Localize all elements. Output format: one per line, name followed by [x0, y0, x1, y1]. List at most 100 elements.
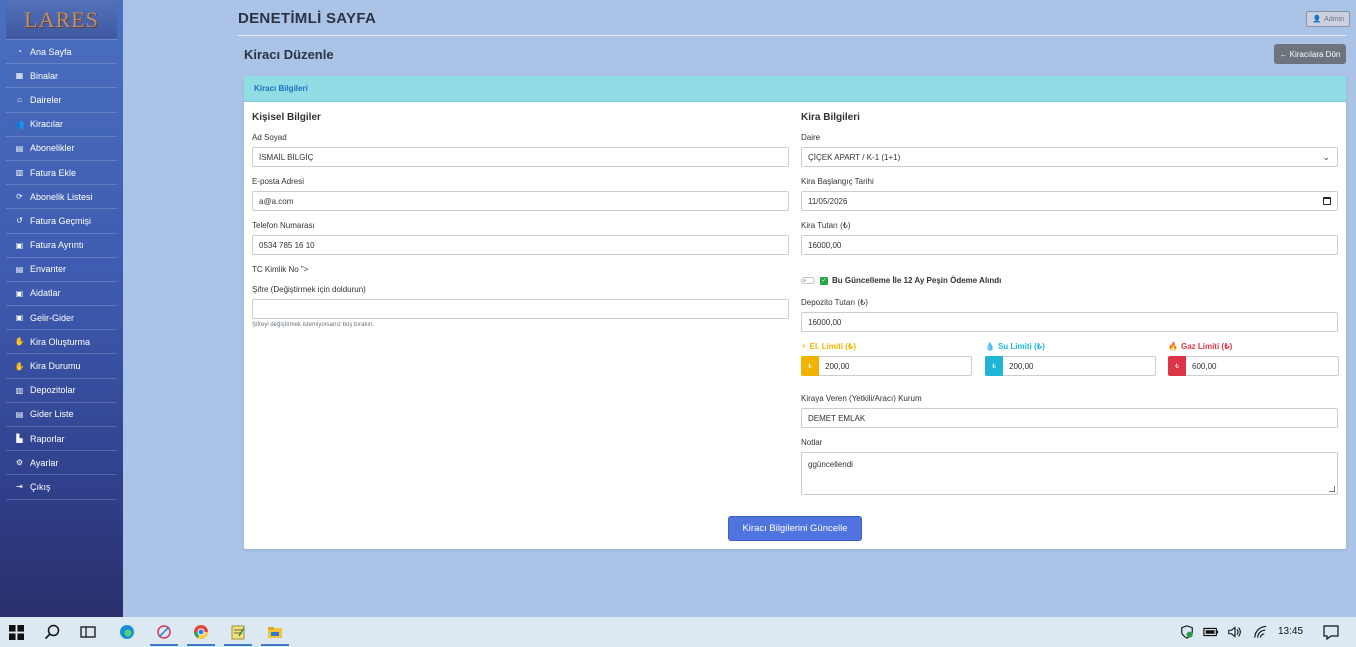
sidebar-item-label: Fatura Geçmişi: [30, 215, 92, 226]
sidebar-item-income-expense[interactable]: ▣ Gelir-Gider: [6, 306, 117, 331]
prepay-toggle[interactable]: [801, 277, 815, 284]
password-help: Şifreyi değiştirmek istemiyorsanız boş b…: [252, 322, 375, 328]
edge-browser-icon[interactable]: [117, 622, 137, 642]
sidebar-item-invoice-details[interactable]: ▣ Fatura Ayrıntı: [6, 234, 117, 258]
windows-start-icon[interactable]: [6, 622, 26, 642]
resize-handle[interactable]: [1329, 486, 1335, 492]
deposits-icon: ▥: [15, 385, 24, 395]
active-indicator: [150, 644, 178, 646]
sidebar-item-reports[interactable]: ▙ Raporlar: [6, 427, 117, 452]
settings-icon: ⚙: [15, 458, 24, 468]
phone-label: Telefon Numarası: [252, 221, 315, 230]
security-shield-icon[interactable]: [1180, 625, 1194, 642]
password-input[interactable]: [252, 299, 789, 319]
sidebar-item-label: Kira Oluşturma: [30, 336, 91, 347]
add-invoice-icon: ▥: [15, 168, 24, 178]
task-view-icon[interactable]: [78, 622, 98, 642]
battery-icon[interactable]: [1203, 625, 1219, 642]
water-limit-label: 💧 Su Limiti (₺): [985, 342, 1045, 351]
sidebar-item-apartments[interactable]: ⌂ Daireler: [6, 88, 117, 113]
sidebar-item-dues[interactable]: ▣ Aidatlar: [6, 282, 117, 307]
page-heading: DENETİMLİ SAYFA: [238, 10, 377, 27]
calendar-icon[interactable]: [1323, 197, 1331, 205]
rent-amount-input[interactable]: 16000,00: [801, 235, 1338, 255]
update-tenant-button[interactable]: Kiracı Bilgilerini Güncelle: [728, 516, 862, 541]
active-indicator: [187, 644, 215, 646]
notes-textarea[interactable]: ggüncellendi: [801, 452, 1338, 495]
sidebar-item-label: Gelir-Gider: [30, 312, 75, 323]
admin-button[interactable]: 👤 Admin: [1306, 11, 1350, 27]
sidebar-item-label: Çıkış: [30, 481, 51, 492]
drawing-app-icon[interactable]: [154, 622, 174, 642]
gas-limit-input[interactable]: 600,00: [1186, 356, 1339, 376]
sidebar-item-expense-list[interactable]: ▤ Gider Liste: [6, 403, 117, 427]
apartment-select[interactable]: ÇİÇEK APART / K-1 (1+1) ⌄: [801, 147, 1338, 167]
app-logo[interactable]: LARES: [6, 0, 117, 40]
currency-addon: ₺: [801, 356, 819, 376]
sidebar-item-label: Kiracılar: [30, 119, 64, 130]
apartment-label: Daire: [801, 133, 821, 142]
buildings-icon: ▦: [15, 71, 24, 81]
landlord-input[interactable]: DEMET EMLAK: [801, 408, 1338, 428]
sidebar-item-rent-status[interactable]: ✋ Kira Durumu: [6, 354, 117, 379]
notes-value: ggüncellendi: [808, 460, 853, 469]
chrome-icon[interactable]: [191, 622, 211, 642]
water-limit-input[interactable]: 200,00: [1003, 356, 1156, 376]
sidebar-item-tenants[interactable]: 👥 Kiracılar: [6, 113, 117, 137]
sidebar-nav: ◔ Ana Sayfa ▦ Binalar ⌂ Daireler 👥 Kiracılar ▤ Ab…: [0, 40, 123, 500]
sidebar-item-logout[interactable]: ⇥ Çıkış: [6, 475, 117, 500]
file-explorer-icon[interactable]: [265, 622, 285, 642]
sidebar-item-label: Abonelik Listesi: [30, 191, 93, 202]
sidebar-item-subscriptions[interactable]: ▤ Abonelikler: [6, 137, 117, 161]
notepad-icon[interactable]: [228, 622, 248, 642]
notes-label: Notlar: [801, 438, 823, 447]
password-label: Şifre (Değiştirmek için doldurun): [252, 285, 366, 294]
sidebar-item-buildings[interactable]: ▦ Binalar: [6, 64, 117, 89]
back-label: Kiracılara Dön: [1289, 49, 1341, 59]
deposit-input[interactable]: 16000,00: [801, 312, 1338, 332]
taskbar-clock[interactable]: 13:45: [1278, 626, 1303, 637]
search-icon[interactable]: [42, 622, 62, 642]
reports-icon: ▙: [16, 434, 23, 444]
sidebar-item-label: Fatura Ekle: [30, 167, 77, 178]
sidebar-item-deposits[interactable]: ▥ Depozitolar: [6, 379, 117, 403]
page-subtitle: Kiracı Düzenle: [244, 47, 334, 62]
sidebar-item-label: Aidatlar: [30, 288, 61, 299]
back-to-tenants-button[interactable]: ← Kiracılara Dön: [1274, 44, 1346, 64]
sidebar-item-invoice-history[interactable]: ↺ Fatura Geçmişi: [6, 209, 117, 234]
electricity-limit-input[interactable]: 200,00: [819, 356, 972, 376]
email-input[interactable]: a@a.com: [252, 191, 789, 211]
sidebar-item-label: Raporlar: [30, 433, 65, 444]
water-limit-text: Su Limiti (₺): [997, 342, 1045, 351]
sidebar-item-label: Depozitolar: [30, 385, 76, 396]
sidebar-item-label: Ayarlar: [30, 457, 59, 468]
invoice-details-icon: ▣: [15, 240, 24, 250]
expense-list-icon: ▤: [15, 409, 24, 419]
sidebar-item-inventory[interactable]: ▤ Envanter: [6, 258, 117, 282]
volume-icon[interactable]: [1227, 625, 1243, 642]
chevron-down-icon: ⌄: [1322, 152, 1330, 162]
sidebar-item-add-invoice[interactable]: ▥ Fatura Ekle: [6, 161, 117, 186]
gas-limit-label: 🔥 Gaz Limiti (₺): [1168, 342, 1232, 351]
sidebar-item-dashboard[interactable]: ◔ Ana Sayfa: [6, 40, 117, 65]
rent-status-icon: ✋: [14, 361, 25, 371]
start-date-input[interactable]: 11/05/2026: [801, 191, 1338, 211]
inventory-icon: ▤: [15, 264, 24, 274]
phone-input[interactable]: 0534 785 16 10: [252, 235, 789, 255]
sidebar-item-label: Abonelikler: [30, 143, 75, 154]
sidebar-item-settings[interactable]: ⚙ Ayarlar: [6, 451, 117, 476]
tenant-form-card: Kiracı Bilgileri Kişisel Bilgiler Ad Soy…: [244, 76, 1346, 549]
sidebar-item-label: Fatura Ayrıntı: [30, 240, 84, 251]
deposit-label: Depozito Tutarı (₺): [801, 298, 868, 307]
sidebar-item-subscription-list[interactable]: ⟳ Abonelik Listesi: [6, 185, 117, 210]
income-expense-icon: ▣: [15, 313, 24, 323]
landlord-label: Kiraya Veren (Yetkili/Aracı) Kurum: [801, 394, 922, 403]
name-input[interactable]: İSMAİL BİLGİÇ: [252, 147, 789, 167]
notification-icon[interactable]: [1323, 625, 1339, 643]
wifi-icon[interactable]: [1253, 625, 1268, 642]
active-indicator: [224, 644, 252, 646]
dashboard-icon: ◔: [17, 47, 22, 57]
logo-text: LARES: [24, 6, 99, 32]
tenants-icon: 👥: [14, 119, 25, 129]
sidebar-item-create-rent[interactable]: ✋ Kira Oluşturma: [6, 330, 117, 355]
